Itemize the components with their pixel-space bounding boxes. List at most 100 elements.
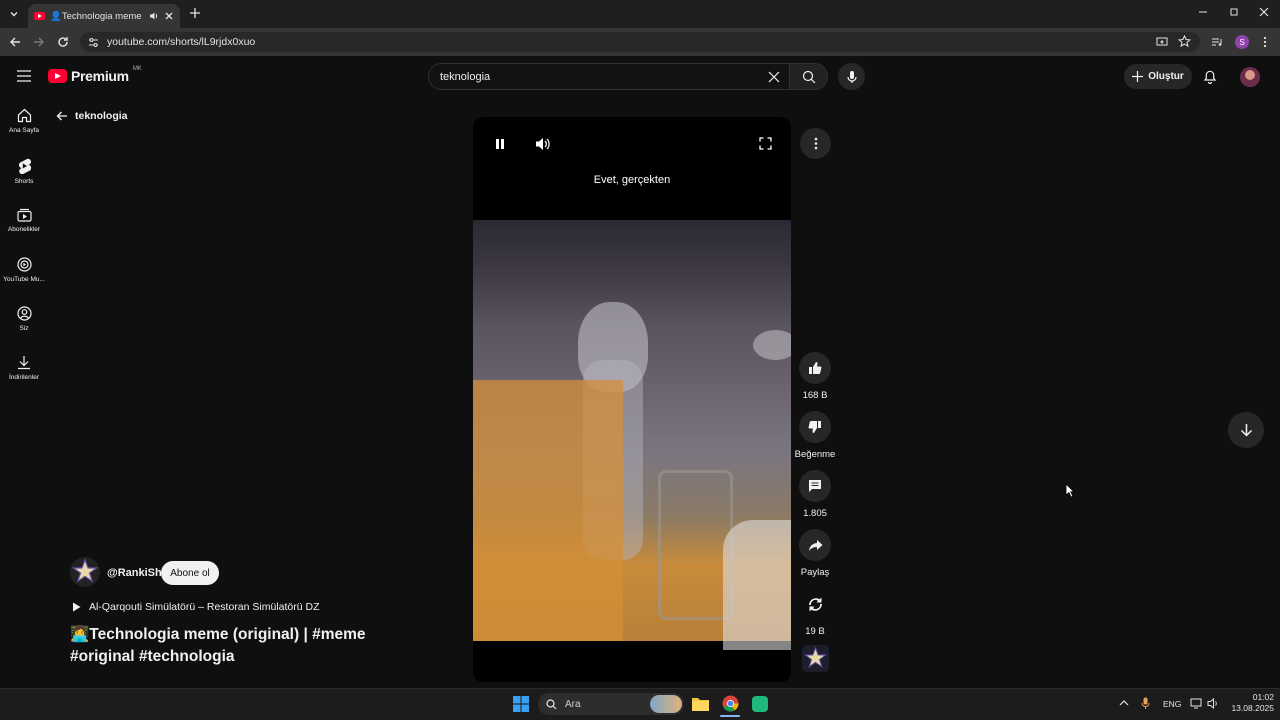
chrome-icon[interactable] bbox=[722, 695, 739, 712]
site-info-icon[interactable] bbox=[88, 37, 99, 48]
comment-count: 1.805 bbox=[803, 508, 827, 519]
you-icon bbox=[16, 306, 32, 321]
back-to-search[interactable]: teknologia bbox=[56, 110, 128, 122]
new-tab-icon[interactable] bbox=[189, 7, 201, 19]
sidebar-item-you[interactable]: Siz bbox=[0, 306, 48, 332]
network-icon[interactable] bbox=[1190, 698, 1202, 709]
create-button[interactable]: Oluştur bbox=[1124, 64, 1192, 89]
star-emblem-icon bbox=[804, 646, 827, 668]
media-controls-icon[interactable] bbox=[1211, 36, 1223, 48]
mouse-cursor-icon bbox=[1065, 483, 1075, 498]
share-label: Paylaş bbox=[800, 567, 830, 578]
sidebar-item-home[interactable]: Ana Sayfa bbox=[0, 108, 48, 134]
remix-count: 19 B bbox=[805, 626, 825, 637]
music-title: Al-Qarqouti Simülatörü – Restoran Simüla… bbox=[89, 601, 320, 613]
remix-icon bbox=[808, 597, 823, 612]
play-icon bbox=[72, 602, 81, 612]
youtube-logo[interactable]: Premium MK bbox=[48, 66, 142, 84]
back-icon[interactable] bbox=[9, 36, 21, 48]
like-button[interactable]: 168 B bbox=[797, 352, 833, 401]
fullscreen-icon[interactable] bbox=[759, 137, 772, 150]
home-icon bbox=[17, 108, 32, 123]
volume-icon[interactable] bbox=[535, 137, 550, 151]
install-app-icon[interactable] bbox=[1156, 36, 1168, 48]
like-count: 168 B bbox=[802, 390, 828, 401]
restore-icon[interactable] bbox=[1229, 7, 1239, 17]
voice-search-button[interactable] bbox=[838, 63, 865, 90]
language-indicator[interactable]: ENG bbox=[1163, 699, 1181, 709]
browser-tab[interactable]: 👤Technologia meme (orig bbox=[28, 4, 180, 28]
sidebar-label-youtube-music: YouTube Mu... bbox=[3, 276, 45, 283]
music-link[interactable]: Al-Qarqouti Simülatörü – Restoran Simüla… bbox=[72, 601, 320, 613]
share-icon bbox=[808, 539, 823, 552]
search-button[interactable] bbox=[789, 63, 828, 90]
plus-icon bbox=[1132, 71, 1144, 82]
system-clock[interactable]: 01:02 13.08.2025 bbox=[1224, 692, 1274, 714]
youtube-music-icon bbox=[16, 257, 32, 272]
channel-avatar[interactable] bbox=[70, 557, 100, 587]
sidebar-item-youtube-music[interactable]: YouTube Mu... bbox=[0, 257, 48, 283]
share-button[interactable]: Paylaş bbox=[797, 529, 833, 578]
arrow-left-icon bbox=[56, 110, 68, 122]
bookmark-star-icon[interactable] bbox=[1178, 35, 1191, 48]
video-frame bbox=[473, 220, 791, 650]
clock-time: 01:02 bbox=[1252, 692, 1274, 702]
more-options-button[interactable] bbox=[800, 128, 831, 159]
forward-icon[interactable] bbox=[33, 36, 45, 48]
microphone-icon bbox=[846, 70, 857, 84]
remix-button-circle[interactable] bbox=[799, 588, 831, 620]
tab-title: 👤Technologia meme (orig bbox=[50, 10, 144, 22]
youtube-play-logo-icon bbox=[48, 69, 67, 83]
download-icon bbox=[17, 355, 31, 370]
sidebar-item-shorts[interactable]: Shorts bbox=[0, 158, 48, 185]
app-icon[interactable] bbox=[752, 696, 768, 712]
next-video-button[interactable] bbox=[1228, 412, 1264, 448]
create-label: Oluştur bbox=[1148, 71, 1184, 82]
pause-icon[interactable] bbox=[495, 138, 505, 150]
profile-avatar[interactable]: S bbox=[1235, 35, 1249, 49]
arrow-down-icon bbox=[1240, 423, 1253, 437]
tab-search-chevron-icon[interactable] bbox=[8, 8, 20, 20]
search-icon bbox=[802, 70, 816, 84]
file-explorer-icon[interactable] bbox=[692, 696, 709, 711]
sidebar-label-home: Ana Sayfa bbox=[9, 127, 39, 134]
sidebar-item-downloads[interactable]: İndirilenler bbox=[0, 355, 48, 381]
tab-audio-icon[interactable] bbox=[149, 11, 159, 21]
channel-name[interactable]: @RankiSh bbox=[107, 567, 162, 579]
clock-date: 13.08.2025 bbox=[1231, 703, 1274, 713]
search-input[interactable]: teknologia bbox=[428, 63, 790, 90]
sidebar-label-you: Siz bbox=[19, 325, 29, 332]
speaker-icon[interactable] bbox=[1207, 698, 1219, 709]
sidebar-item-subscriptions[interactable]: Abonelikler bbox=[0, 208, 48, 233]
thumbs-down-icon bbox=[808, 420, 822, 434]
dislike-button-circle[interactable] bbox=[799, 411, 831, 443]
reload-icon[interactable] bbox=[57, 36, 69, 48]
sidebar-label-subscriptions: Abonelikler bbox=[7, 226, 41, 233]
close-window-icon[interactable] bbox=[1259, 7, 1269, 17]
shorts-video-player[interactable]: Evet, gerçekten bbox=[473, 117, 791, 682]
windows-start-icon[interactable] bbox=[513, 696, 529, 712]
taskbar-microphone-icon[interactable] bbox=[1141, 697, 1150, 710]
remix-button[interactable]: 19 B bbox=[797, 588, 833, 637]
clear-search-icon[interactable] bbox=[767, 70, 781, 84]
comments-button-circle[interactable] bbox=[799, 470, 831, 502]
show-hidden-icons-icon[interactable] bbox=[1119, 699, 1129, 707]
notifications-bell-icon[interactable] bbox=[1203, 69, 1217, 84]
address-bar[interactable]: youtube.com/shorts/lL9rjdx0xuo bbox=[80, 32, 1200, 52]
logo-text: Premium bbox=[71, 68, 129, 84]
more-vertical-icon bbox=[814, 137, 818, 150]
comments-button[interactable]: 1.805 bbox=[797, 470, 833, 519]
sidebar-label-shorts: Shorts bbox=[14, 178, 34, 185]
video-title: 👩‍💻Technologia meme (original) | #meme #… bbox=[70, 626, 366, 665]
subscribe-button[interactable]: Abone ol bbox=[161, 561, 219, 585]
audio-track-thumbnail[interactable] bbox=[802, 645, 829, 672]
taskbar-search-placeholder: Ara bbox=[565, 698, 581, 710]
like-button-circle[interactable] bbox=[799, 352, 831, 384]
tab-close-icon[interactable] bbox=[164, 11, 174, 21]
account-avatar[interactable] bbox=[1240, 67, 1260, 87]
share-button-circle[interactable] bbox=[799, 529, 831, 561]
hamburger-menu-icon[interactable] bbox=[17, 70, 31, 82]
minimize-icon[interactable] bbox=[1198, 7, 1208, 17]
browser-menu-icon[interactable] bbox=[1262, 36, 1268, 48]
dislike-button[interactable]: Beğenme bbox=[795, 411, 835, 460]
